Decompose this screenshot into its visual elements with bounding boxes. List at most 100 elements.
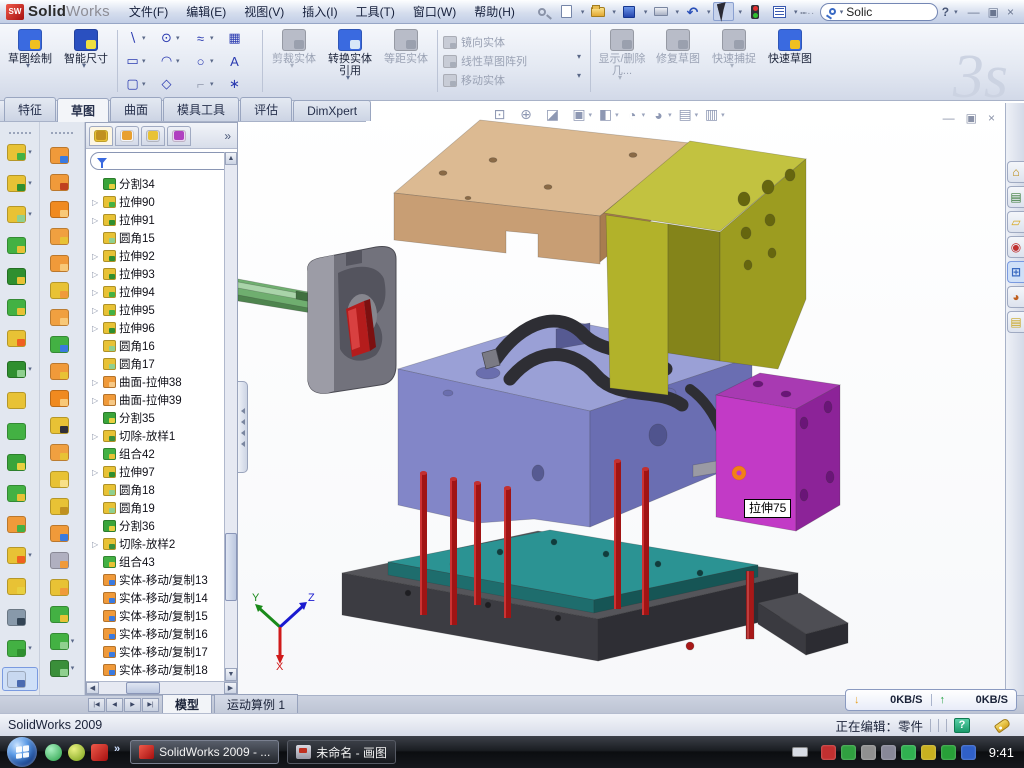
task-pane-tab[interactable]: ▤ — [1007, 186, 1024, 208]
menu-item[interactable]: 窗口(W) — [404, 0, 465, 24]
toolbar-icon-button[interactable]: ▾ — [44, 251, 80, 275]
prev-tab-button[interactable]: ◀ — [106, 698, 123, 712]
hud-icon[interactable]: ◪ — [543, 105, 566, 124]
ribbon-big-button[interactable]: 显示/删除几... — [594, 26, 650, 96]
toolbar-icon-button[interactable]: ▾ — [2, 667, 38, 691]
new-document-button[interactable] — [556, 2, 577, 21]
expand-arrow-icon[interactable] — [92, 306, 100, 315]
sketch-entity-button[interactable]: ∖▾ — [123, 27, 155, 50]
hud-icon[interactable]: ◕ — [649, 105, 672, 124]
sketch-entity-button[interactable]: ○▾ — [191, 50, 223, 73]
tree-filter-input[interactable] — [90, 152, 233, 170]
toolbar-icon-button[interactable]: ▾ — [2, 171, 38, 195]
tree-item[interactable]: 圆角16 — [92, 337, 237, 355]
toolbar-icon-button[interactable]: ▾ — [44, 602, 80, 626]
expand-arrow-icon[interactable] — [92, 540, 100, 549]
command-tab[interactable]: DimXpert — [293, 100, 371, 121]
command-tab[interactable]: 模具工具 — [163, 97, 239, 121]
hud-icon[interactable]: ◔ — [623, 105, 646, 124]
toolbar-icon-button[interactable]: ▾ — [44, 494, 80, 518]
tree-item[interactable]: 圆角19 — [92, 499, 237, 517]
taskbar-task-button[interactable]: 未命名 - 画图 — [287, 740, 396, 764]
expand-arrow-icon[interactable] — [92, 216, 100, 225]
toolbar-icon-button[interactable]: ▾ — [44, 197, 80, 221]
network-speed-widget[interactable]: ↓ 0KB/S ↑ 0KB/S — [845, 689, 1017, 711]
tab-configuration-manager[interactable] — [141, 126, 165, 146]
toolbar-icon-button[interactable]: ▾ — [2, 574, 38, 598]
tree-item[interactable]: 曲面-拉伸39 — [92, 391, 237, 409]
sketch-entity-button[interactable]: ▢▾ — [123, 73, 155, 96]
search-dropdown-icon[interactable]: ▾ — [840, 8, 844, 16]
toolbar-icon-button[interactable]: ▾ — [44, 467, 80, 491]
menu-item[interactable]: 工具(T) — [347, 0, 404, 24]
options-button[interactable] — [769, 2, 790, 21]
toolbar-icon-button[interactable]: ▾ — [2, 326, 38, 350]
input-method-icon[interactable] — [792, 747, 808, 757]
toolbar-icon-button[interactable]: ▾ — [44, 170, 80, 194]
sketch-entity-button[interactable]: ⌐▾ — [191, 73, 223, 96]
toolbar-icon-button[interactable]: ▾ — [2, 543, 38, 567]
expand-arrow-icon[interactable] — [92, 270, 100, 279]
command-tab[interactable]: 评估 — [240, 97, 292, 121]
tree-item[interactable]: 拉伸93 — [92, 265, 237, 283]
tree-item[interactable]: 拉伸90 — [92, 193, 237, 211]
tree-item[interactable]: 曲面-拉伸38 — [92, 373, 237, 391]
hud-icon[interactable]: ◧ — [596, 105, 619, 124]
ribbon-big-button[interactable]: 快速草图 — [762, 26, 818, 96]
ribbon-big-button[interactable]: 快速捕捉 — [706, 26, 762, 96]
toolbar-icon-button[interactable]: ▾ — [2, 295, 38, 319]
tray-icon[interactable] — [921, 745, 936, 760]
sketch-entity-button[interactable]: ◇▾ — [157, 73, 189, 96]
scrollbar-thumb[interactable] — [225, 533, 237, 601]
scroll-left-icon[interactable]: ◀ — [86, 682, 99, 694]
task-pane-tab[interactable]: ◉ — [1007, 236, 1024, 258]
hud-icon[interactable]: ▣ — [570, 105, 593, 124]
tree-item[interactable]: 组合43 — [92, 553, 237, 571]
tree-item[interactable]: 拉伸97 — [92, 463, 237, 481]
pin-icon[interactable] — [532, 2, 553, 21]
toolbar-icon-button[interactable]: ▾ — [44, 278, 80, 302]
toolbar-icon-button[interactable]: ▾ — [44, 224, 80, 248]
task-pane-tab[interactable]: ⊞ — [1007, 261, 1024, 283]
tree-item[interactable]: 圆角17 — [92, 355, 237, 373]
tree-item[interactable]: 实体-移动/复制16 — [92, 625, 237, 643]
close-button[interactable]: × — [1007, 6, 1014, 18]
toolbar-icon-button[interactable]: ▾ — [44, 143, 80, 167]
tree-item[interactable]: 组合42 — [92, 445, 237, 463]
ribbon-big-button[interactable]: 转换实体引用 — [322, 26, 378, 96]
toolbar-icon-button[interactable]: ▾ — [44, 548, 80, 572]
task-pane-tab[interactable]: ⌂ — [1007, 161, 1024, 183]
tree-item[interactable]: 实体-移动/复制18 — [92, 661, 237, 679]
toolbar-icon-button[interactable]: ▾ — [2, 388, 38, 412]
toolbar-overflow-icon[interactable]: ⑉.. — [801, 6, 816, 17]
tree-item[interactable]: 拉伸95 — [92, 301, 237, 319]
tray-icon[interactable] — [941, 745, 956, 760]
panel-overflow-icon[interactable]: » — [224, 129, 234, 143]
sketch-entity-button[interactable]: ⊙▾ — [157, 27, 189, 50]
tree-horizontal-scrollbar[interactable]: ◀ ▶ — [86, 681, 237, 694]
tab-dimxpert-manager[interactable] — [167, 126, 191, 146]
toolbar-icon-button[interactable]: ▾ — [2, 481, 38, 505]
minimize-button[interactable]: — — [968, 6, 980, 18]
sketch-entity-button[interactable]: A▾ — [225, 50, 257, 73]
quick-launch-icon[interactable] — [45, 744, 62, 761]
model-part-sprue-bushing[interactable] — [308, 247, 396, 394]
scroll-right-icon[interactable]: ▶ — [224, 682, 237, 694]
quick-launch-icon[interactable] — [91, 744, 108, 761]
quick-launch-overflow-icon[interactable]: » — [114, 743, 120, 755]
expand-arrow-icon[interactable] — [92, 324, 100, 333]
menu-item[interactable]: 视图(V) — [235, 0, 293, 24]
expand-arrow-icon[interactable] — [92, 468, 100, 477]
expand-arrow-icon[interactable] — [92, 252, 100, 261]
toolbar-icon-button[interactable]: ▾ — [44, 629, 80, 653]
toolbar-icon-button[interactable]: ▾ — [2, 450, 38, 474]
task-pane-tab[interactable]: ▱ — [1007, 211, 1024, 233]
tray-icon[interactable] — [841, 745, 856, 760]
panel-splitter-grip[interactable] — [238, 381, 248, 473]
menu-item[interactable]: 插入(I) — [293, 0, 346, 24]
rebuild-icon[interactable] — [745, 2, 766, 21]
expand-arrow-icon[interactable] — [92, 396, 100, 405]
toolbar-icon-button[interactable]: ▾ — [44, 332, 80, 356]
toolbar-icon-button[interactable]: ▾ — [2, 357, 38, 381]
ribbon-big-button[interactable]: 等距实体 — [378, 26, 434, 96]
